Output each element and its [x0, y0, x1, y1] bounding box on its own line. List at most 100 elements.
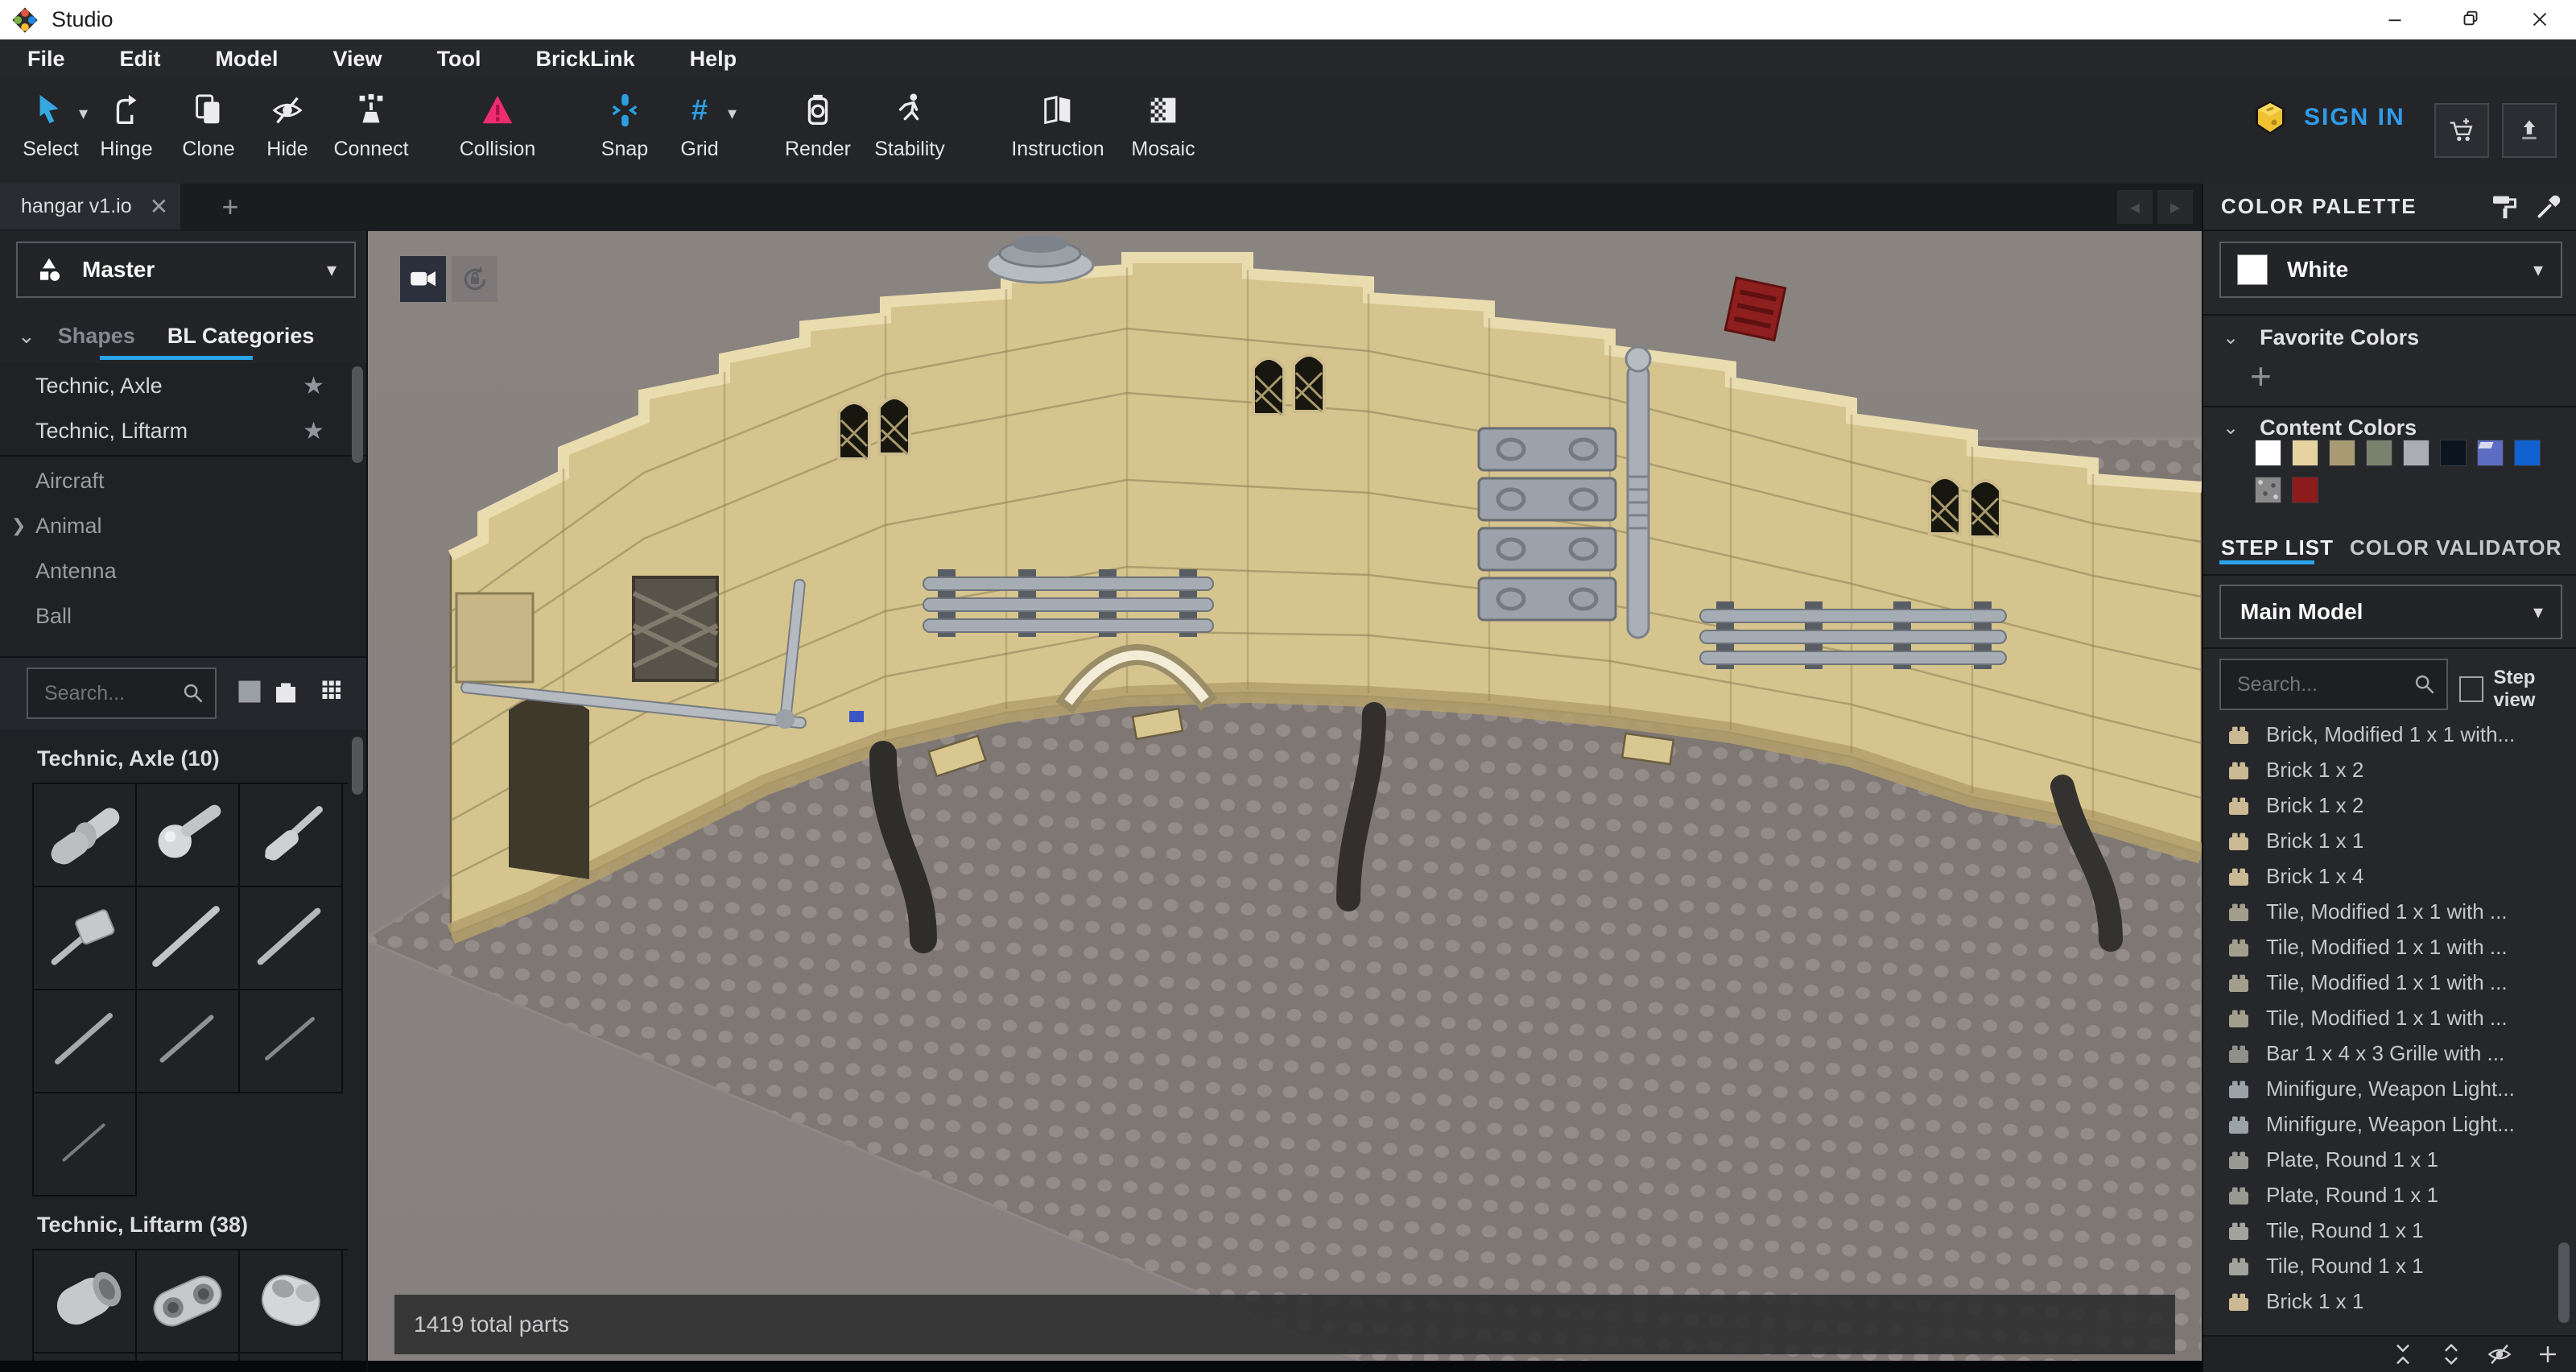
step-part-row[interactable]: Minifigure, Weapon Light... — [2203, 1106, 2576, 1142]
part-thumbnail-axle-5[interactable] — [240, 887, 343, 990]
cart-button[interactable] — [2434, 103, 2489, 158]
parts-scrollbar[interactable] — [352, 737, 363, 795]
step-part-row[interactable]: Tile, Round 1 x 1 — [2203, 1248, 2576, 1283]
tab-shapes[interactable]: Shapes — [58, 324, 135, 349]
step-part-row[interactable]: Tile, Modified 1 x 1 with ... — [2203, 894, 2576, 929]
sign-in-button[interactable]: SIGN IN — [2251, 98, 2405, 137]
part-thumbnail-tip-hole[interactable] — [137, 1353, 240, 1361]
toolbar-stability-button[interactable]: Stability — [863, 87, 956, 176]
step-part-row[interactable]: Bar 1 x 4 x 3 Grille with ... — [2203, 1035, 2576, 1071]
part-thumbnail-tip[interactable] — [240, 1353, 343, 1361]
toolbar-instruction-button[interactable]: Instruction — [1011, 87, 1104, 176]
tab-step-list[interactable]: STEP LIST — [2221, 535, 2334, 560]
favorite-star-icon[interactable]: ★ — [303, 417, 324, 445]
toolbar-grid-button[interactable]: #▾Grid — [661, 87, 738, 176]
part-thumbnail-liftarm-2[interactable] — [137, 1250, 240, 1353]
toolbar-hinge-button[interactable]: Hinge — [88, 87, 165, 176]
menu-bricklink[interactable]: BrickLink — [509, 39, 663, 79]
part-thumbnail-axle-3[interactable] — [137, 990, 240, 1093]
menu-edit[interactable]: Edit — [93, 39, 188, 79]
model-selector-dropdown[interactable]: Master ▾ — [16, 242, 356, 298]
menu-view[interactable]: View — [306, 39, 410, 79]
content-color-swatch[interactable] — [2292, 440, 2318, 466]
paint-roller-icon[interactable] — [2489, 191, 2521, 223]
toolbar-select-button[interactable]: ▾Select — [12, 87, 89, 176]
grid-view-icon[interactable] — [319, 677, 348, 706]
category-technic-liftarm[interactable]: Technic, Liftarm★ — [0, 408, 366, 453]
minimize-button[interactable] — [2359, 0, 2431, 39]
tab-close-icon[interactable]: ✕ — [150, 193, 168, 220]
tab-scroll-left-icon[interactable]: ◂ — [2117, 190, 2153, 224]
toolbar-mosaic-button[interactable]: Mosaic — [1125, 87, 1202, 176]
step-part-row[interactable]: Brick, Modified 1 x 1 with... — [2203, 717, 2576, 752]
menu-file[interactable]: File — [0, 39, 93, 79]
part-list-scrollbar[interactable] — [2558, 1242, 2570, 1323]
category-ball[interactable]: Ball — [0, 593, 366, 638]
step-part-row[interactable]: Plate, Round 1 x 1 — [2203, 1177, 2576, 1213]
tab-bl-categories[interactable]: BL Categories — [167, 324, 315, 349]
collapse-section-icon[interactable]: ⌄ — [18, 324, 35, 349]
part-thumbnail-tip[interactable] — [34, 1353, 137, 1361]
step-part-row[interactable]: Brick 1 x 4 — [2203, 858, 2576, 894]
parts-search-box[interactable] — [27, 667, 217, 719]
upload-button[interactable] — [2502, 103, 2557, 158]
step-part-row[interactable]: Plate, Round 1 x 1 — [2203, 1142, 2576, 1177]
step-part-row[interactable]: Minifigure, Weapon Light... — [2203, 1071, 2576, 1106]
part-thumbnail-sleeve[interactable] — [34, 1250, 137, 1353]
part-thumbnail-axle-6[interactable] — [137, 887, 240, 990]
add-favorite-color-button[interactable]: + — [2250, 354, 2272, 398]
toolbar-collision-button[interactable]: Collision — [451, 87, 544, 176]
step-part-row[interactable]: Brick 1 x 1 — [2203, 823, 2576, 858]
step-part-row[interactable]: Tile, Modified 1 x 1 with ... — [2203, 1000, 2576, 1035]
close-button[interactable] — [2504, 0, 2576, 39]
step-part-row[interactable]: Tile, Modified 1 x 1 with ... — [2203, 929, 2576, 965]
content-color-swatch[interactable] — [2292, 477, 2318, 503]
content-color-swatch[interactable] — [2329, 440, 2355, 466]
part-thumbnail-liftarm-flat[interactable] — [240, 1250, 343, 1353]
part-thumbnail-axle-block[interactable] — [34, 887, 137, 990]
camera-view-button[interactable] — [400, 256, 446, 302]
selected-color-dropdown[interactable]: White ▾ — [2219, 242, 2562, 298]
step-search-box[interactable] — [2219, 659, 2448, 710]
content-color-swatch[interactable] — [2440, 440, 2467, 466]
part-thumbnail-axle-4[interactable] — [34, 990, 137, 1093]
step-part-row[interactable]: Brick 1 x 2 — [2203, 787, 2576, 823]
expand-all-icon[interactable] — [2438, 1341, 2465, 1368]
step-view-checkbox[interactable] — [2459, 676, 2483, 702]
step-part-row[interactable]: Tile, Round 1 x 1 — [2203, 1213, 2576, 1248]
brick-view-icon[interactable] — [271, 677, 300, 706]
viewport-3d[interactable]: 1419 total parts — [368, 231, 2202, 1372]
menu-tool[interactable]: Tool — [410, 39, 509, 79]
part-thumbnail-pin-connector[interactable] — [34, 784, 137, 887]
category-technic-axle[interactable]: Technic, Axle★ — [0, 363, 366, 408]
category-antenna[interactable]: Antenna — [0, 548, 366, 593]
part-thumbnail-ball-pin[interactable] — [137, 784, 240, 887]
content-color-swatch[interactable] — [2403, 440, 2429, 466]
content-color-swatch[interactable] — [2255, 477, 2281, 503]
toolbar-clone-button[interactable]: Clone — [170, 87, 247, 176]
rotation-lock-button[interactable] — [452, 256, 497, 302]
content-color-swatch[interactable] — [2255, 440, 2281, 466]
step-search-input[interactable] — [2235, 672, 2392, 697]
part-thumbnail-axle-2[interactable] — [240, 990, 343, 1093]
content-color-swatch[interactable] — [2366, 440, 2392, 466]
toolbar-snap-button[interactable]: Snap — [586, 87, 663, 176]
step-part-row[interactable]: Brick 1 x 2 — [2203, 752, 2576, 787]
content-colors-section[interactable]: ⌄ Content Colors — [2223, 415, 2417, 440]
step-part-row[interactable]: Brick 1 x 1 — [2203, 1283, 2576, 1319]
tab-color-validator[interactable]: COLOR VALIDATOR — [2350, 535, 2562, 560]
new-tab-button[interactable]: + — [208, 184, 253, 229]
collapse-all-icon[interactable] — [2389, 1341, 2417, 1368]
favorite-star-icon[interactable]: ★ — [303, 372, 324, 400]
color-swatch-toggle-icon[interactable] — [235, 677, 264, 706]
content-color-swatch[interactable] — [2477, 440, 2504, 466]
restore-button[interactable] — [2434, 0, 2507, 39]
step-part-row[interactable]: Tile, Modified 1 x 1 with ... — [2203, 965, 2576, 1000]
hide-part-icon[interactable] — [2486, 1341, 2513, 1368]
tab-hangar-v1[interactable]: hangar v1.io ✕ — [0, 184, 180, 229]
content-color-swatch[interactable] — [2514, 440, 2541, 466]
toolbar-render-button[interactable]: Render — [779, 87, 857, 176]
category-animal[interactable]: ❯Animal — [0, 503, 366, 548]
step-view-toggle[interactable]: Step view — [2459, 667, 2576, 712]
toolbar-connect-button[interactable]: Connect — [332, 87, 410, 176]
